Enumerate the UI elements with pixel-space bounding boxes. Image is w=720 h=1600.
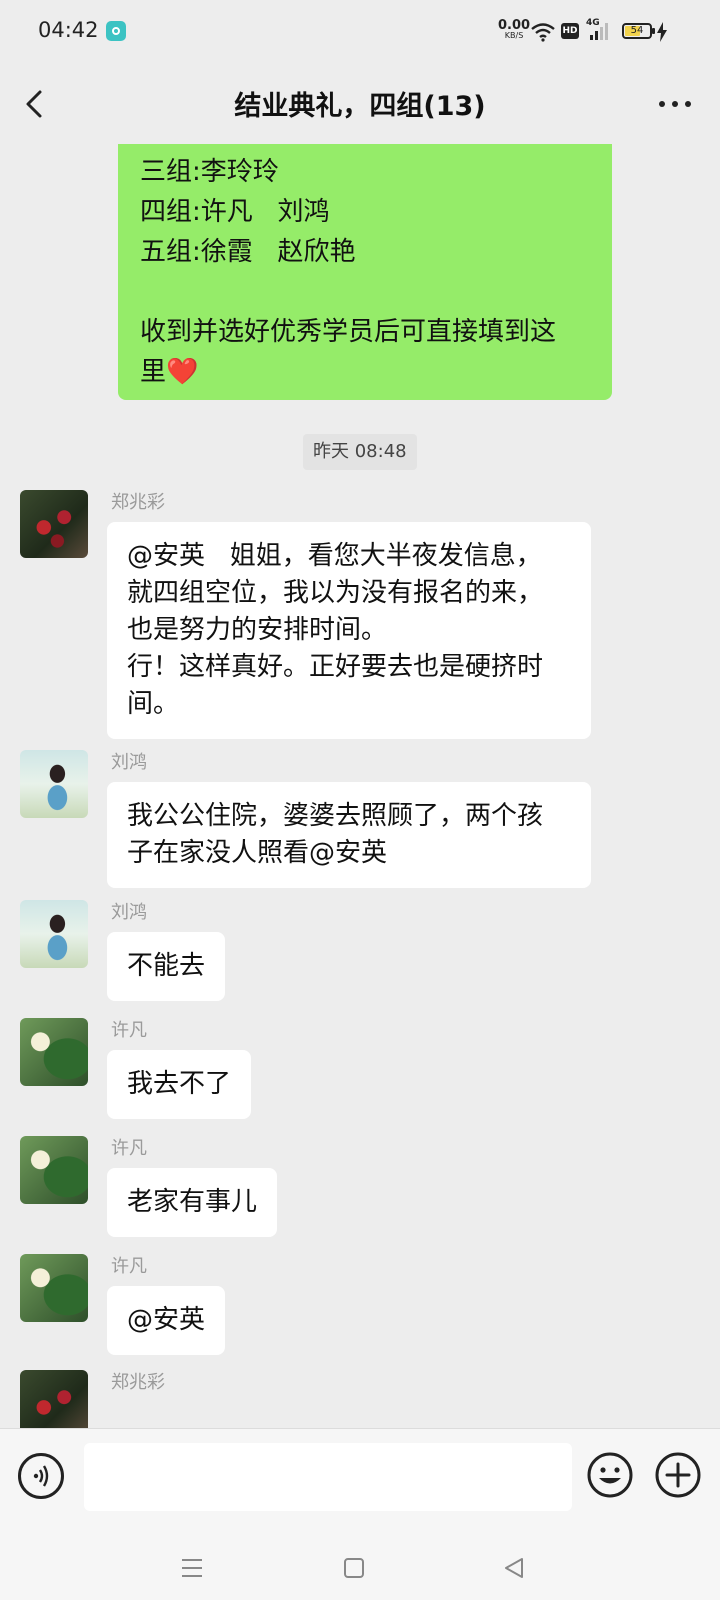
message-line: 就四组空位，我以为没有报名的来， bbox=[127, 578, 544, 608]
menu-key[interactable] bbox=[180, 1554, 204, 1582]
sender-name: 许凡 bbox=[111, 1020, 147, 1041]
message-input[interactable] bbox=[84, 1443, 572, 1511]
message-line: 间。 bbox=[127, 689, 180, 719]
plus-button[interactable] bbox=[654, 1451, 702, 1499]
voice-button[interactable] bbox=[18, 1453, 64, 1499]
avatar[interactable] bbox=[20, 1254, 88, 1322]
message-bubble[interactable]: 老家有事儿 bbox=[107, 1168, 278, 1237]
heart-emoji: ❤️ bbox=[166, 357, 199, 387]
message-line: 五组:徐霞 赵欣艳 bbox=[140, 237, 356, 267]
back-key[interactable] bbox=[502, 1554, 526, 1582]
own-message-bubble[interactable]: 三组:李玲玲 四组:许凡 刘鸿 五组:徐霞 赵欣艳 收到并选好优秀学员后可直接填… bbox=[118, 144, 612, 400]
wifi-icon bbox=[531, 23, 555, 42]
sender-name: 许凡 bbox=[111, 1138, 147, 1159]
message-line: 我公公住院，婆婆去照顾了，两个孩 bbox=[127, 801, 544, 831]
message-bubble[interactable]: @安英 bbox=[107, 1286, 226, 1355]
app-notification-icon bbox=[106, 21, 126, 41]
avatar[interactable] bbox=[20, 1370, 88, 1428]
message-line bbox=[140, 272, 592, 312]
message-line: 我去不了 bbox=[127, 1069, 232, 1099]
message-line: @安英 bbox=[127, 1305, 206, 1335]
emoji-button[interactable] bbox=[586, 1451, 634, 1499]
signal-type: 4G bbox=[586, 18, 600, 28]
message-line: @安英 姐姐，看您大半夜发信息， bbox=[127, 541, 542, 571]
network-speed: 0.00 KB/S bbox=[498, 19, 530, 41]
sender-name: 许凡 bbox=[111, 1256, 147, 1277]
charging-icon bbox=[657, 22, 667, 42]
battery-icon: 54 bbox=[622, 23, 655, 39]
message-line: 子在家没人照看@安英 bbox=[127, 838, 388, 868]
message-line: 四组:许凡 刘鸿 bbox=[140, 197, 330, 227]
sender-name: 刘鸿 bbox=[111, 902, 147, 923]
message-line: 也是努力的安排时间。 bbox=[127, 615, 388, 645]
avatar[interactable] bbox=[20, 750, 88, 818]
battery-level: 54 bbox=[630, 25, 644, 36]
avatar[interactable] bbox=[20, 1136, 88, 1204]
message-text: 里 bbox=[140, 357, 167, 387]
chat-title: 结业典礼，四组(13) bbox=[234, 91, 486, 122]
status-bar: 04:42 0.00 KB/S HD 4G 54 bbox=[0, 0, 720, 62]
input-bar bbox=[0, 1428, 720, 1539]
sender-name: 刘鸿 bbox=[111, 752, 147, 773]
message-line: 三组:李玲玲 bbox=[140, 157, 279, 187]
cellular-signal-icon: 4G bbox=[586, 18, 614, 42]
message-line: 收到并选好优秀学员后可直接填到这 bbox=[140, 317, 557, 347]
sender-name: 郑兆彩 bbox=[111, 1372, 165, 1393]
voice-icon bbox=[33, 1465, 49, 1487]
system-navigation-bar bbox=[0, 1538, 720, 1600]
message-line: 行！这样真好。正好要去也是硬挤时 bbox=[127, 652, 544, 682]
message-line: 老家有事儿 bbox=[127, 1187, 258, 1217]
home-key[interactable] bbox=[342, 1554, 366, 1582]
message-bubble[interactable]: 不能去 bbox=[107, 932, 226, 1001]
chat-header: 结业典礼，四组(13) bbox=[0, 62, 720, 144]
avatar[interactable] bbox=[20, 1018, 88, 1086]
status-time: 04:42 bbox=[38, 18, 99, 42]
message-line: 不能去 bbox=[127, 951, 206, 981]
message-bubble[interactable]: 我去不了 bbox=[107, 1050, 252, 1119]
hd-icon: HD bbox=[561, 23, 579, 39]
message-timestamp: 昨天 08:48 bbox=[303, 434, 417, 470]
message-list[interactable]: 三组:李玲玲 四组:许凡 刘鸿 五组:徐霞 赵欣艳 收到并选好优秀学员后可直接填… bbox=[0, 144, 720, 1428]
message-line: 里❤️ bbox=[140, 352, 592, 392]
more-options-button[interactable] bbox=[658, 92, 692, 116]
message-bubble[interactable]: @安英 姐姐，看您大半夜发信息， 就四组空位，我以为没有报名的来， 也是努力的安… bbox=[107, 522, 591, 739]
avatar[interactable] bbox=[20, 490, 88, 558]
sender-name: 郑兆彩 bbox=[111, 492, 165, 513]
avatar[interactable] bbox=[20, 900, 88, 968]
message-bubble[interactable]: 我公公住院，婆婆去照顾了，两个孩 子在家没人照看@安英 bbox=[107, 782, 591, 888]
